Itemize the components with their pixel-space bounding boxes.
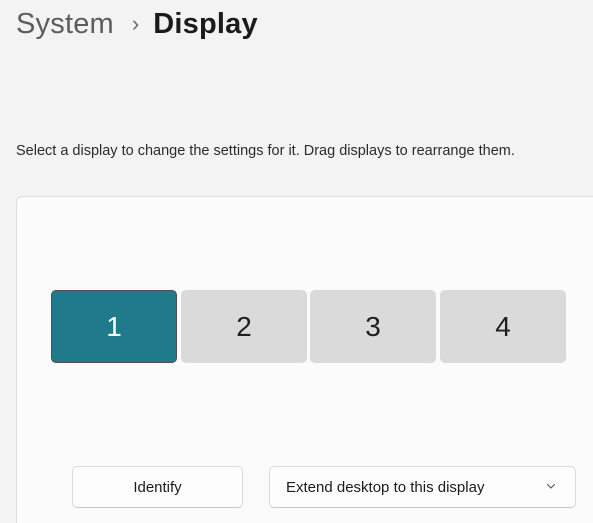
breadcrumb: System › Display xyxy=(16,8,258,41)
multiple-displays-dropdown[interactable]: Extend desktop to this display xyxy=(269,466,576,508)
display-4[interactable]: 4 xyxy=(440,290,566,363)
display-1[interactable]: 1 xyxy=(51,290,177,363)
arrange-instructions: Select a display to change the settings … xyxy=(16,143,515,159)
multiple-displays-value: Extend desktop to this display xyxy=(286,478,485,496)
chevron-down-icon xyxy=(546,483,556,489)
breadcrumb-system-link[interactable]: System xyxy=(16,8,114,41)
display-2[interactable]: 2 xyxy=(181,290,307,363)
identify-button[interactable]: Identify xyxy=(72,466,243,508)
settings-display-page: System › Display Select a display to cha… xyxy=(0,0,593,523)
breadcrumb-separator-icon: › xyxy=(131,10,140,36)
identify-button-label: Identify xyxy=(133,478,182,496)
page-title: Display xyxy=(153,8,258,40)
display-3[interactable]: 3 xyxy=(310,290,436,363)
